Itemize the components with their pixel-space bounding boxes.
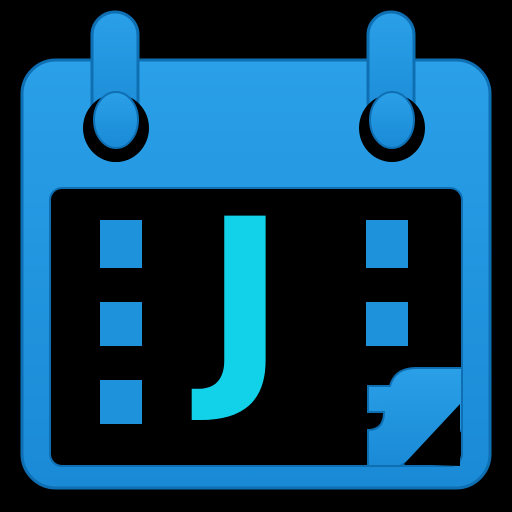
day-square	[100, 302, 142, 346]
day-square	[366, 220, 408, 268]
day-square	[366, 302, 408, 346]
day-square	[100, 220, 142, 268]
day-square	[100, 380, 142, 424]
calendar-letter: J	[204, 172, 286, 428]
app-icon: J	[0, 0, 512, 512]
